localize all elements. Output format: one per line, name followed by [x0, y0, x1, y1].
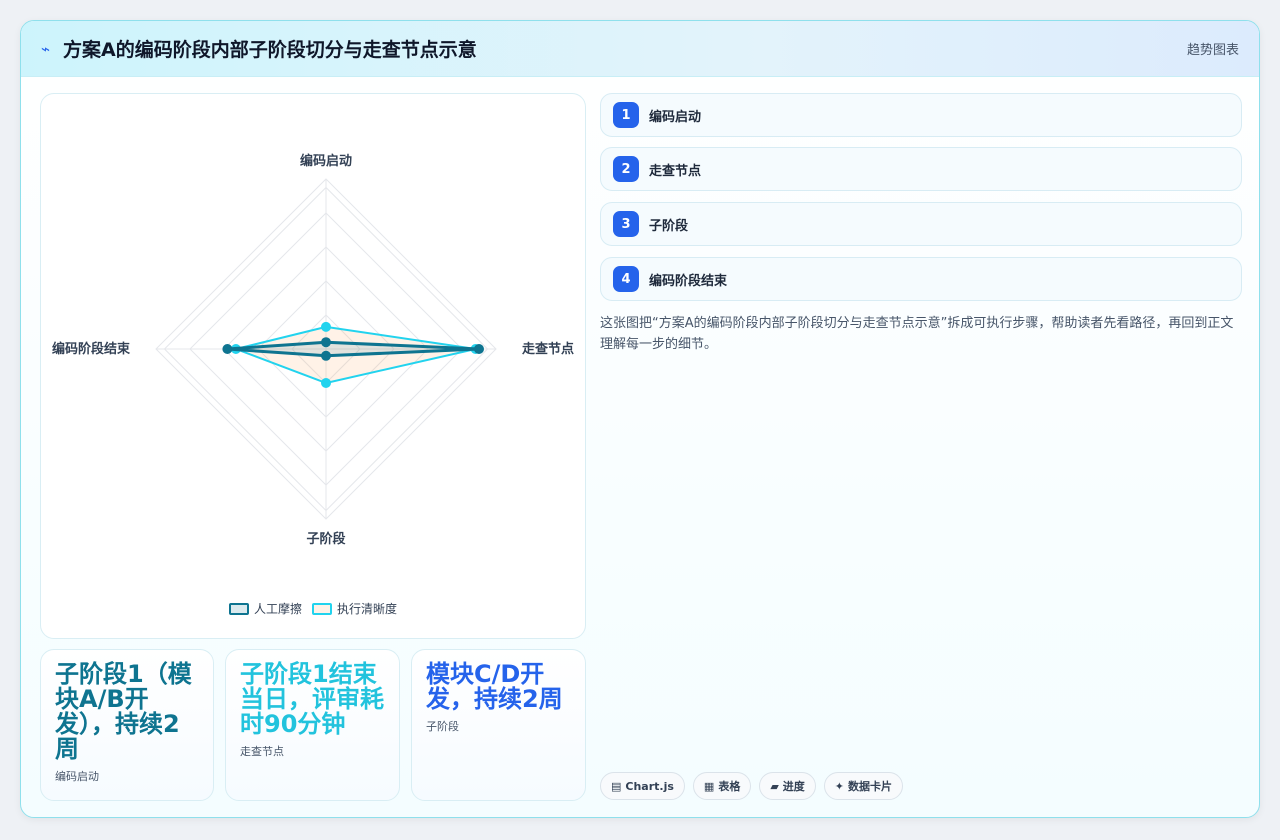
page-title: 方案A的编码阶段内部子阶段切分与走查节点示意 — [63, 39, 477, 61]
step-number: 4 — [613, 266, 639, 292]
chart-line-icon: ⌁ — [41, 39, 51, 58]
radar-data-point — [474, 344, 484, 354]
legend-swatch — [312, 602, 332, 615]
chart-legend: 人工摩擦 执行清晰度 — [41, 600, 585, 617]
stat-label: 子阶段 — [426, 720, 459, 733]
radar-data-point — [321, 321, 331, 332]
radar-chart: 编码启动走查节点子阶段 编码阶段结束 — [52, 153, 574, 547]
stat-value: 模块C/D开发，持续2周 — [426, 660, 563, 713]
stat-card-1: 子阶段1（模块A/B开发），持续2周 编码启动 — [40, 649, 214, 801]
tag-label: 进度 — [782, 780, 805, 793]
radar-axis-label: 编码阶段结束 — [52, 341, 131, 357]
stat-value: 子阶段1结束当日，评审耗时90分钟 — [240, 660, 384, 738]
tag-table[interactable]: ▦ 表格 — [692, 772, 752, 800]
tag-chartjs[interactable]: ▤ Chart.js — [600, 772, 685, 800]
radar-data-point — [222, 344, 233, 354]
tag-data-card[interactable]: ✦ 数据卡片 — [823, 772, 904, 800]
radar-data-point — [321, 350, 331, 361]
step-item-1: 1 编码启动 — [600, 93, 1242, 137]
step-label: 编码启动 — [649, 109, 702, 125]
step-number: 2 — [613, 156, 639, 182]
step-item-2: 2 走查节点 — [600, 147, 1242, 191]
legend-swatch — [228, 602, 249, 615]
radar-axis-label: 子阶段 — [306, 531, 345, 547]
step-label: 走查节点 — [649, 163, 702, 179]
step-number: 1 — [613, 102, 639, 128]
chart-icon: ▤ — [611, 779, 622, 793]
chart-type-label: 趋势图表 — [1186, 43, 1239, 58]
radar-axis-label: 编码启动 — [300, 153, 352, 169]
step-label: 编码阶段结束 — [649, 273, 728, 289]
stat-card-3: 模块C/D开发，持续2周 子阶段 — [411, 649, 586, 801]
stat-card-2: 子阶段1结束当日，评审耗时90分钟 走查节点 — [225, 649, 400, 801]
legend-item-series-2[interactable]: 执行清晰度 — [312, 600, 397, 617]
step-item-4: 4 编码阶段结束 — [600, 257, 1242, 301]
radar-data-point — [321, 337, 331, 348]
tag-label: Chart.js — [625, 779, 674, 793]
table-icon: ▦ — [703, 779, 715, 793]
tag-label: 表格 — [718, 780, 741, 793]
radar-chart-panel: 编码启动走查节点子阶段 编码阶段结束 人工摩擦 执行清晰度 — [40, 93, 586, 639]
step-label: 子阶段 — [649, 218, 689, 234]
tag-list: ▤ Chart.js ▦ 表格 ▰ 进度 ✦ 数据卡片 — [600, 772, 904, 800]
tag-progress[interactable]: ▰ 进度 — [759, 772, 816, 800]
tag-label: 数据卡片 — [848, 780, 893, 793]
step-number: 3 — [613, 211, 639, 237]
legend-label: 人工摩擦 — [253, 602, 302, 616]
legend-label: 执行清晰度 — [337, 602, 398, 616]
header: ⌁ 方案A的编码阶段内部子阶段切分与走查节点示意 趋势图表 — [21, 21, 1259, 77]
stat-label: 编码启动 — [55, 770, 99, 783]
step-item-3: 3 子阶段 — [600, 202, 1242, 246]
sparkle-icon: ✦ — [834, 779, 845, 793]
chart-description: 这张图把“方案A的编码阶段内部子阶段切分与走查节点示意”拆成可执行步骤，帮助读者… — [600, 316, 1234, 352]
radar-data-point — [321, 378, 331, 388]
legend-item-series-1[interactable]: 人工摩擦 — [228, 600, 302, 617]
stat-value: 子阶段1（模块A/B开发），持续2周 — [55, 660, 192, 763]
radar-axis-label: 走查节点 — [522, 341, 574, 357]
progress-icon: ▰ — [770, 779, 779, 793]
main-card: ⌁ 方案A的编码阶段内部子阶段切分与走查节点示意 趋势图表 编码启动 走查节点 子阶… — [20, 20, 1260, 818]
stat-label: 走查节点 — [240, 745, 284, 758]
